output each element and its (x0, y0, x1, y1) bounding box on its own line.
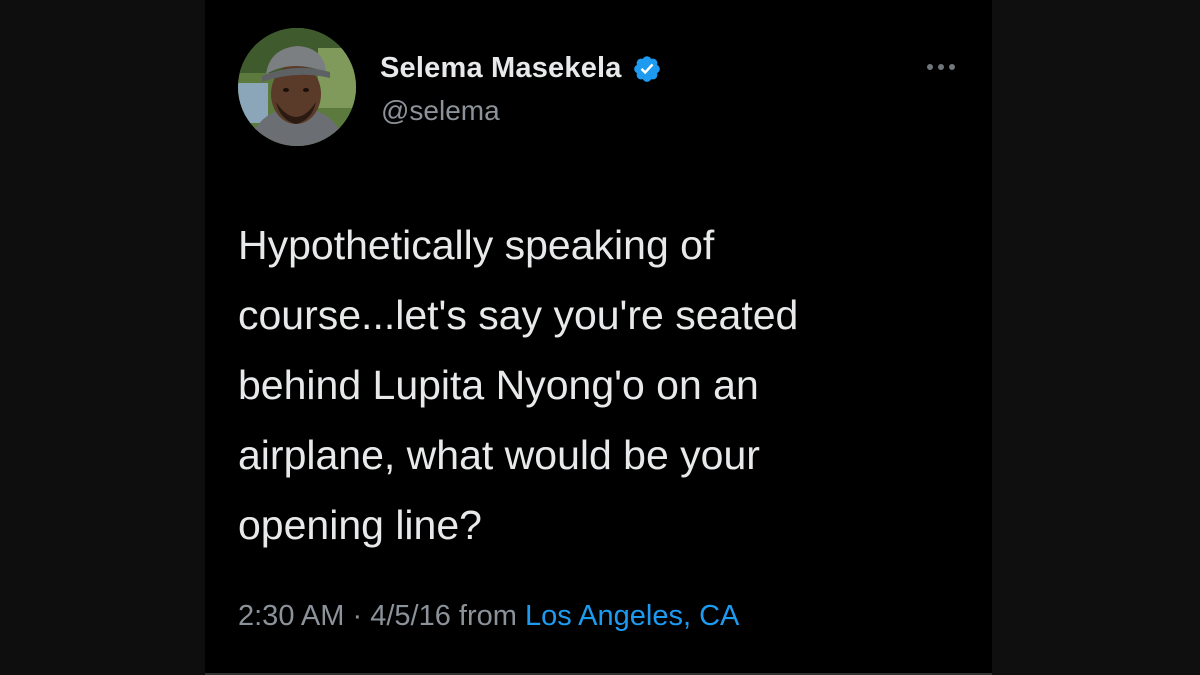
verified-badge-icon (632, 54, 662, 84)
meta-separator: · (352, 600, 363, 632)
tweet-card: Selema Masekela @selema Hypothetically s… (205, 0, 992, 675)
dot (938, 64, 944, 70)
screenshot-frame: Selema Masekela @selema Hypothetically s… (0, 0, 1200, 675)
dot (949, 64, 955, 70)
avatar[interactable] (238, 28, 356, 146)
left-margin (0, 0, 205, 675)
author-name-row: Selema Masekela (380, 52, 662, 85)
author-display-name[interactable]: Selema Masekela (380, 52, 622, 85)
from-label: from (458, 600, 517, 632)
more-horizontal-icon[interactable] (917, 52, 965, 82)
tweet-time[interactable]: 2:30 AM (238, 600, 344, 632)
dot (927, 64, 933, 70)
location-link[interactable]: Los Angeles, CA (525, 600, 739, 632)
right-margin (992, 0, 1200, 675)
user-avatar-photo-icon (238, 28, 356, 146)
tweet-text: Hypothetically speaking of course...let'… (238, 222, 799, 548)
author-handle[interactable]: @selema (381, 95, 500, 127)
tweet-date[interactable]: 4/5/16 (370, 600, 451, 632)
tweet-metadata: 2:30 AM · 4/5/16 from Los Angeles, CA (238, 600, 739, 633)
